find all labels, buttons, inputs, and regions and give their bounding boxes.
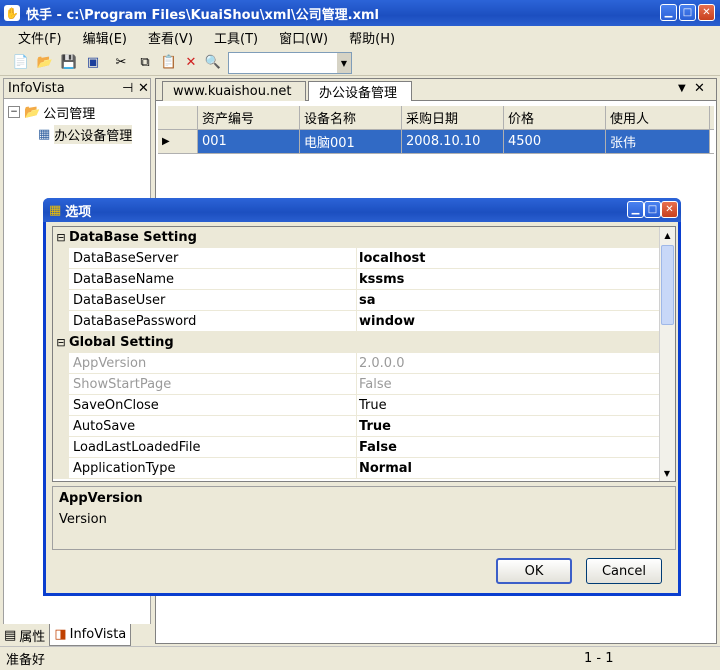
tab-office-equipment[interactable]: 办公设备管理 xyxy=(308,81,412,101)
help-text: Version xyxy=(59,512,107,527)
table-row[interactable]: ▶ 001 电脑001 2008.10.10 4500 张伟 xyxy=(158,130,714,154)
menu-file[interactable]: 文件(F) xyxy=(10,28,70,47)
maximize-button[interactable]: □ xyxy=(679,4,696,21)
dialog-minimize-button[interactable]: ▁ xyxy=(627,201,644,218)
app-hand-icon: ✋ xyxy=(4,5,20,21)
scroll-down-icon[interactable]: ▼ xyxy=(660,465,674,481)
tree-view: − 📂 公司管理 ▦ 办公设备管理 xyxy=(4,99,150,147)
dialog-close-button[interactable]: ✕ xyxy=(661,201,678,218)
collapse-icon[interactable]: ⊟ xyxy=(53,231,69,244)
tab-list-icon[interactable]: ▼ xyxy=(678,83,686,94)
property-row[interactable]: AutoSave True xyxy=(53,416,675,437)
property-row[interactable]: DataBaseUser sa xyxy=(53,290,675,311)
toolbar-combo[interactable]: ▼ xyxy=(228,52,352,74)
tab-infovista[interactable]: ◨ InfoVista xyxy=(49,624,132,646)
col-user[interactable]: 使用人 xyxy=(606,106,710,129)
panel-tabs: ▤ 属性 ◨ InfoVista xyxy=(0,624,151,646)
property-grid: ⊟ DataBase Setting DataBaseServer localhos… xyxy=(52,226,676,482)
folder-icon: 📂 xyxy=(24,104,41,120)
pin-icon[interactable]: ⊣ xyxy=(122,81,133,96)
col-device-name[interactable]: 设备名称 xyxy=(300,106,402,129)
properties-icon: ▤ xyxy=(4,627,17,643)
col-purchase-date[interactable]: 采购日期 xyxy=(402,106,504,129)
tree-node-root[interactable]: − 📂 公司管理 xyxy=(8,101,146,123)
property-row[interactable]: AppVersion 2.0.0.0 xyxy=(53,353,675,374)
menu-window[interactable]: 窗口(W) xyxy=(271,28,336,47)
col-asset-id[interactable]: 资产编号 xyxy=(198,106,300,129)
data-grid: 资产编号 设备名称 采购日期 价格 使用人 ▶ 001 电脑001 2008.1… xyxy=(158,106,714,154)
collapse-icon[interactable]: ⊟ xyxy=(53,336,69,349)
dialog-icon: ▦ xyxy=(49,202,62,218)
paste-icon[interactable]: 📋 xyxy=(160,53,178,71)
window-title-bar: ✋ 快手 - c:\Program Files\KuaiShou\xml\公司管… xyxy=(0,0,720,26)
vertical-scrollbar[interactable]: ▲ ▼ xyxy=(659,227,675,481)
grid-header: 资产编号 设备名称 采购日期 价格 使用人 xyxy=(158,106,714,130)
chevron-down-icon[interactable]: ▼ xyxy=(337,53,351,73)
tab-properties[interactable]: ▤ 属性 xyxy=(0,624,49,646)
toolbar: 📄 📂 💾 ▣ ✂ ⧉ 📋 ✕ 🔍 xyxy=(0,48,720,76)
ok-button[interactable]: OK xyxy=(496,558,572,584)
status-bar: 准备好 1 - 1 xyxy=(0,646,720,670)
panel-close-icon[interactable]: ✕ xyxy=(138,81,149,96)
col-price[interactable]: 价格 xyxy=(504,106,606,129)
scroll-up-icon[interactable]: ▲ xyxy=(660,227,675,243)
doc-tab-strip: www.kuaishou.net 办公设备管理 ▼ ✕ xyxy=(156,79,716,101)
status-position: 1 - 1 xyxy=(584,651,614,666)
close-button[interactable]: ✕ xyxy=(698,4,715,21)
tab-close-icon[interactable]: ✕ xyxy=(694,81,705,96)
property-row[interactable]: DataBasePassword window xyxy=(53,311,675,332)
property-row[interactable]: ApplicationType Normal xyxy=(53,458,675,479)
scroll-thumb[interactable] xyxy=(661,245,674,325)
new-file-icon[interactable]: 📄 xyxy=(12,53,30,71)
cancel-button[interactable]: Cancel xyxy=(586,558,662,584)
panel-title: InfoVista xyxy=(8,81,65,96)
dialog-title-bar: ▦ 选项 ▁ □ ✕ xyxy=(43,198,681,222)
category-database[interactable]: ⊟ DataBase Setting xyxy=(53,227,675,248)
property-row[interactable]: ShowStartPage False xyxy=(53,374,675,395)
dialog-maximize-button[interactable]: □ xyxy=(644,201,661,218)
menu-help[interactable]: 帮助(H) xyxy=(341,28,403,47)
open-folder-icon[interactable]: 📂 xyxy=(36,53,54,71)
help-panel: AppVersion Version xyxy=(52,486,676,550)
cut-icon[interactable]: ✂ xyxy=(112,53,130,71)
delete-icon[interactable]: ✕ xyxy=(182,53,200,71)
menu-tools[interactable]: 工具(T) xyxy=(206,28,266,47)
minimize-button[interactable]: ▁ xyxy=(660,4,677,21)
tab-kuaishou[interactable]: www.kuaishou.net xyxy=(162,81,306,101)
property-row[interactable]: SaveOnClose True xyxy=(53,395,675,416)
infovista-icon: ◨ xyxy=(54,627,67,642)
collapse-icon[interactable]: − xyxy=(8,106,20,118)
property-row[interactable]: DataBaseName kssms xyxy=(53,269,675,290)
menu-view[interactable]: 查看(V) xyxy=(140,28,201,47)
panel-header: InfoVista ⊣ ✕ xyxy=(4,79,150,99)
tree-node-child[interactable]: ▦ 办公设备管理 xyxy=(8,123,146,145)
category-global[interactable]: ⊟ Global Setting xyxy=(53,332,675,353)
help-title: AppVersion xyxy=(59,491,143,506)
row-indicator-icon: ▶ xyxy=(158,130,198,153)
copy-icon[interactable]: ⧉ xyxy=(136,53,154,71)
window-title: 快手 - c:\Program Files\KuaiShou\xml\公司管理.… xyxy=(26,7,379,23)
menu-bar: 文件(F) 编辑(E) 查看(V) 工具(T) 窗口(W) 帮助(H) xyxy=(0,26,720,48)
find-icon[interactable]: 🔍 xyxy=(204,53,222,71)
save-icon[interactable]: 💾 xyxy=(60,53,78,71)
save-all-icon[interactable]: ▣ xyxy=(84,53,102,71)
options-dialog: ▦ 选项 ▁ □ ✕ ⊟ DataBase Setting DataBaseSer… xyxy=(43,198,681,596)
menu-edit[interactable]: 编辑(E) xyxy=(75,28,135,47)
property-row[interactable]: LoadLastLoadedFile False xyxy=(53,437,675,458)
table-icon: ▦ xyxy=(38,126,51,142)
status-text: 准备好 xyxy=(6,653,46,668)
property-row[interactable]: DataBaseServer localhost xyxy=(53,248,675,269)
